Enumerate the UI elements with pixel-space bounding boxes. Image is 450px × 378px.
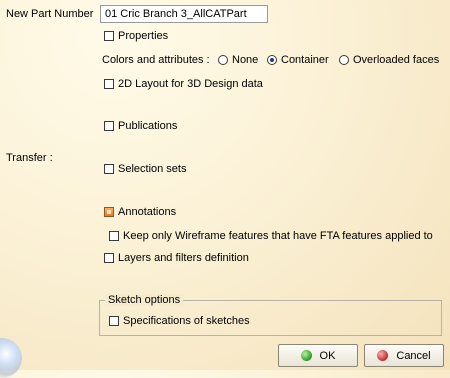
radio-none-label: None — [232, 54, 259, 66]
ok-button[interactable]: OK — [278, 344, 358, 367]
properties-checkbox[interactable] — [104, 31, 114, 41]
radio-overloaded-faces-label: Overloaded faces — [353, 54, 440, 66]
transfer-label: Transfer : — [6, 152, 53, 164]
layers-filters-checkbox[interactable] — [104, 253, 114, 263]
cancel-button-label: Cancel — [396, 349, 431, 362]
annotations-checkbox[interactable] — [104, 207, 114, 217]
new-part-number-input[interactable]: 01 Cric Branch 3_AllCATPart — [100, 5, 268, 23]
publications-checkbox[interactable] — [104, 121, 114, 131]
properties-label: Properties — [118, 30, 169, 42]
radio-container-label: Container — [281, 54, 329, 66]
selection-sets-label: Selection sets — [118, 163, 187, 175]
annotations-label: Annotations — [118, 206, 177, 218]
specifications-sketches-label: Specifications of sketches — [123, 315, 250, 327]
radio-none[interactable] — [218, 55, 228, 65]
specifications-sketches-checkbox[interactable] — [109, 316, 119, 326]
layout-2d-checkbox[interactable] — [104, 79, 114, 89]
decorative-swirl — [0, 338, 22, 378]
new-part-number-label: New Part Number — [6, 8, 94, 20]
radio-container[interactable] — [267, 55, 277, 65]
selection-sets-checkbox[interactable] — [104, 164, 114, 174]
keep-wireframe-checkbox[interactable] — [109, 231, 119, 241]
radio-overloaded-faces[interactable] — [339, 55, 349, 65]
cancel-red-icon — [377, 350, 389, 361]
sketch-options-title: Sketch options — [105, 294, 184, 306]
layout-2d-label: 2D Layout for 3D Design data — [118, 78, 263, 90]
colors-attributes-label: Colors and attributes : — [102, 54, 210, 66]
ok-button-label: OK — [319, 349, 336, 362]
keep-wireframe-label: Keep only Wireframe features that have F… — [123, 230, 433, 242]
layers-filters-label: Layers and filters definition — [118, 252, 249, 264]
cancel-button[interactable]: Cancel — [364, 344, 444, 367]
ok-green-icon — [300, 350, 312, 361]
publications-label: Publications — [118, 120, 178, 132]
